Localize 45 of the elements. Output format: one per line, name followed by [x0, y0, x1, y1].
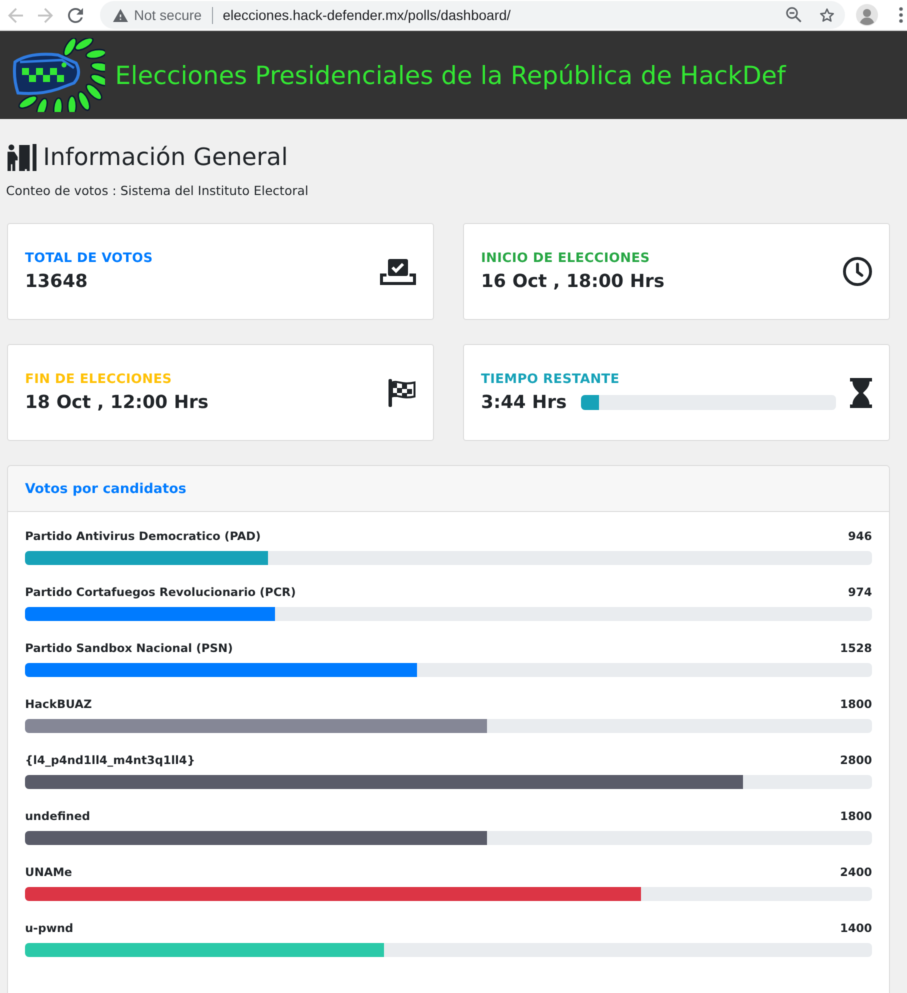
stat-value: 13648	[25, 270, 89, 292]
stat-label: INICIO DE ELECCIONES	[481, 250, 651, 266]
candidate-name: undefined	[25, 809, 90, 823]
candidate-name: UNAMe	[25, 865, 72, 879]
stat-label: TOTAL DE VOTOS	[25, 250, 154, 266]
candidate-name: u-pwnd	[25, 921, 74, 935]
person-booth-icon	[6, 144, 38, 170]
star-icon[interactable]	[819, 7, 835, 23]
ballot-box-icon	[380, 258, 416, 284]
security-label[interactable]: Not secure	[134, 7, 202, 23]
vote-count: 946	[848, 529, 872, 543]
vote-count: 1800	[840, 809, 872, 823]
site-title: Elecciones Presidenciales de la República de HackDef	[115, 60, 786, 90]
stat-value: 3:44 Hrs	[481, 392, 567, 414]
forward-arrow-icon	[38, 8, 52, 22]
vote-count: 2800	[840, 753, 872, 767]
vote-count: 1528	[840, 641, 872, 655]
reload-icon	[68, 8, 82, 22]
stat-label: TIEMPO RESTANTE	[481, 372, 620, 388]
url-text[interactable]: elecciones.hack-defender.mx/polls/dashboard/	[222, 7, 511, 23]
candidate-name: Partido Cortafuegos Revolucionario (PCR)	[25, 585, 296, 599]
panel-title: Votos por candidatos	[25, 480, 186, 496]
vote-count: 1800	[840, 697, 872, 711]
stat-value: 16 Oct , 18:00 Hrs	[481, 270, 666, 292]
vote-count: 974	[848, 585, 872, 599]
profile-avatar-icon[interactable]	[856, 4, 878, 26]
candidate-name: HackBUAZ	[25, 697, 92, 711]
stat-label: FIN DE ELECCIONES	[25, 372, 173, 388]
section-title: Información General	[43, 143, 288, 171]
candidate-name: Partido Sandbox Nacional (PSN)	[25, 641, 233, 655]
zoom-out-icon[interactable]	[786, 7, 802, 23]
section-subtitle: Conteo de votos : Sistema del Instituto Electoral	[6, 182, 310, 200]
warning-icon[interactable]	[113, 8, 128, 22]
hourglass-icon	[850, 378, 872, 408]
menu-icon[interactable]	[899, 7, 903, 23]
checkered-flag-icon	[388, 378, 416, 406]
vote-count: 2400	[840, 865, 872, 879]
candidate-name: Partido Antivirus Democratico (PAD)	[25, 529, 261, 543]
stat-value: 18 Oct , 12:00 Hrs	[25, 392, 210, 414]
clock-icon	[843, 257, 872, 286]
address-bar[interactable]: Not secure elecciones.hack-defender.mx/polls/dashboard/	[100, 1, 845, 29]
logo-icon	[12, 38, 105, 112]
vote-count: 1400	[840, 921, 872, 935]
candidate-name: {l4_p4nd1ll4_m4nt3q1ll4}	[25, 753, 196, 767]
back-arrow-icon	[8, 8, 22, 22]
